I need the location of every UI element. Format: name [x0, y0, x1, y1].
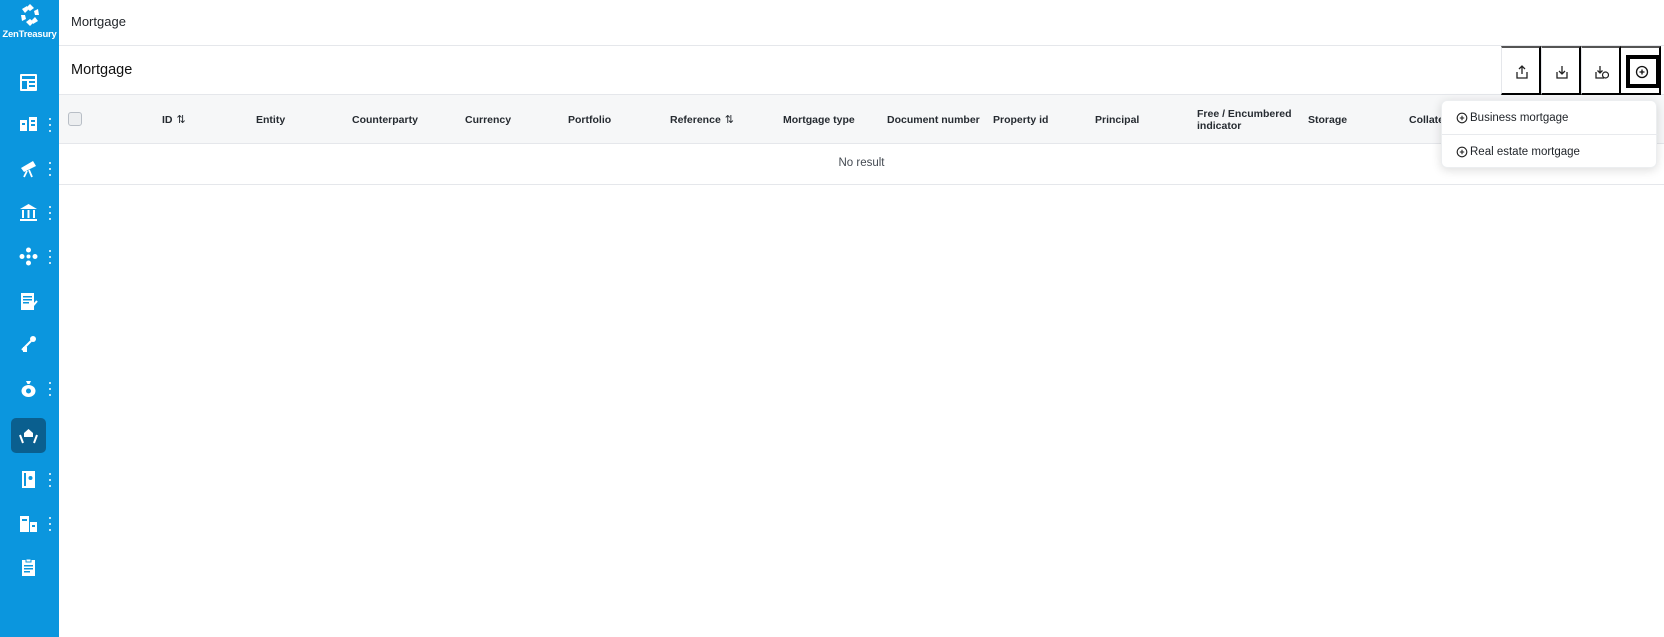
empty-state-text: No result: [838, 157, 885, 169]
empty-state-row: No result: [59, 144, 1664, 185]
sidebar-item-funds[interactable]: [11, 371, 46, 406]
mortgage-hands-icon: [19, 429, 38, 444]
add-menu: Business mortgage Real estate mortgage: [1441, 100, 1658, 168]
import-template-icon: [1595, 66, 1609, 79]
column-header-free-encumbered: Free / Encumbered indicator: [1197, 95, 1297, 144]
sidebar-item-mortgage[interactable]: [11, 418, 46, 453]
sidebar-item-transactions-menu[interactable]: [46, 116, 54, 134]
sort-icon[interactable]: ⇅: [177, 113, 186, 126]
column-label: Principal: [1095, 113, 1140, 126]
logo[interactable]: ZenTreasury: [0, 0, 59, 44]
menu-item-label: Business mortgage: [1470, 111, 1569, 124]
column-label: Entity: [256, 113, 286, 126]
column-header-mortgage-type: Mortgage type: [783, 95, 855, 144]
transactions-icon: [20, 117, 37, 131]
sidebar: ZenTreasury: [0, 0, 59, 637]
menu-item-business-mortgage[interactable]: Business mortgage: [1442, 101, 1658, 134]
document-edit-icon: [21, 293, 38, 310]
add-button[interactable]: [1621, 46, 1661, 95]
column-label: ID: [162, 113, 173, 126]
column-label: Document number: [887, 113, 980, 126]
logo-icon: [21, 4, 39, 26]
telescope-icon: [21, 161, 36, 178]
column-header-currency: Currency: [465, 95, 511, 144]
sidebar-item-telescope-menu[interactable]: [46, 160, 54, 178]
sort-icon[interactable]: ⇅: [725, 113, 734, 126]
sidebar-item-network-menu[interactable]: [46, 248, 54, 266]
select-all-checkbox[interactable]: [68, 112, 82, 126]
bank-icon: [20, 204, 37, 221]
column-header-principal: Principal: [1095, 95, 1139, 144]
sidebar-item-documents[interactable]: [11, 284, 46, 319]
sidebar-item-network[interactable]: [11, 239, 46, 274]
column-label: Property id: [993, 113, 1049, 126]
add-circle-icon: [1456, 112, 1468, 123]
column-header-portfolio: Portfolio: [568, 95, 611, 144]
ledger-book-icon: [22, 471, 35, 488]
import-icon: [1556, 66, 1568, 79]
breadcrumb: Mortgage: [71, 14, 126, 29]
menu-item-label: Real estate mortgage: [1470, 145, 1580, 158]
network-icon: [19, 247, 38, 266]
brand-name: ZenTreasury: [2, 29, 57, 40]
top-bar: Mortgage: [59, 0, 1664, 46]
column-label: Currency: [465, 113, 512, 126]
column-header-entity: Entity: [256, 95, 285, 144]
column-header-document-number: Document number: [887, 95, 980, 144]
add-circle-icon: [1635, 65, 1649, 79]
sidebar-item-bank[interactable]: [11, 195, 46, 230]
sidebar-item-reports[interactable]: [11, 506, 46, 541]
column-label: Free / Encumbered indicator: [1197, 107, 1292, 132]
import-template-button[interactable]: [1581, 46, 1621, 95]
property-key-icon: [21, 336, 36, 352]
column-label: Portfolio: [568, 113, 612, 126]
column-header-property-id: Property id: [993, 95, 1048, 144]
column-label: Reference: [670, 113, 721, 126]
add-circle-icon: [1456, 146, 1468, 157]
column-label: Counterparty: [352, 113, 418, 126]
column-label: Storage: [1308, 113, 1348, 126]
sidebar-item-ledger-menu[interactable]: [46, 471, 54, 489]
column-label: Collate: [1409, 113, 1445, 126]
sidebar-item-funds-menu[interactable]: [46, 380, 54, 398]
column-label: Mortgage type: [783, 113, 855, 126]
money-bag-icon: [21, 381, 36, 397]
page-title: Mortgage: [71, 62, 133, 78]
export-icon: [1516, 65, 1528, 79]
import-button[interactable]: [1541, 46, 1581, 95]
column-header-id[interactable]: ID ⇅: [162, 95, 186, 144]
column-header-collateral: Collate: [1409, 95, 1444, 144]
clipboard-icon: [22, 558, 35, 576]
sidebar-item-ledger[interactable]: [11, 462, 46, 497]
table-header: ID ⇅ Entity Counterparty Currency Portfo…: [59, 95, 1664, 144]
dashboard-icon: [20, 74, 37, 91]
sidebar-item-transactions[interactable]: [11, 107, 46, 142]
sidebar-item-reports-menu[interactable]: [46, 515, 54, 533]
sidebar-item-telescope[interactable]: [11, 151, 46, 186]
menu-item-real-estate-mortgage[interactable]: Real estate mortgage: [1442, 135, 1658, 168]
sidebar-item-checklist[interactable]: [11, 550, 46, 585]
column-header-storage: Storage: [1308, 95, 1347, 144]
column-header-counterparty: Counterparty: [352, 95, 418, 144]
column-header-reference[interactable]: Reference ⇅: [670, 95, 734, 144]
sidebar-item-bank-menu[interactable]: [46, 204, 54, 222]
export-button[interactable]: [1501, 46, 1541, 95]
page-header: Mortgage: [59, 46, 1664, 95]
sidebar-item-property[interactable]: [11, 327, 46, 362]
sidebar-item-dashboard[interactable]: [11, 65, 46, 100]
building-report-icon: [20, 516, 37, 532]
